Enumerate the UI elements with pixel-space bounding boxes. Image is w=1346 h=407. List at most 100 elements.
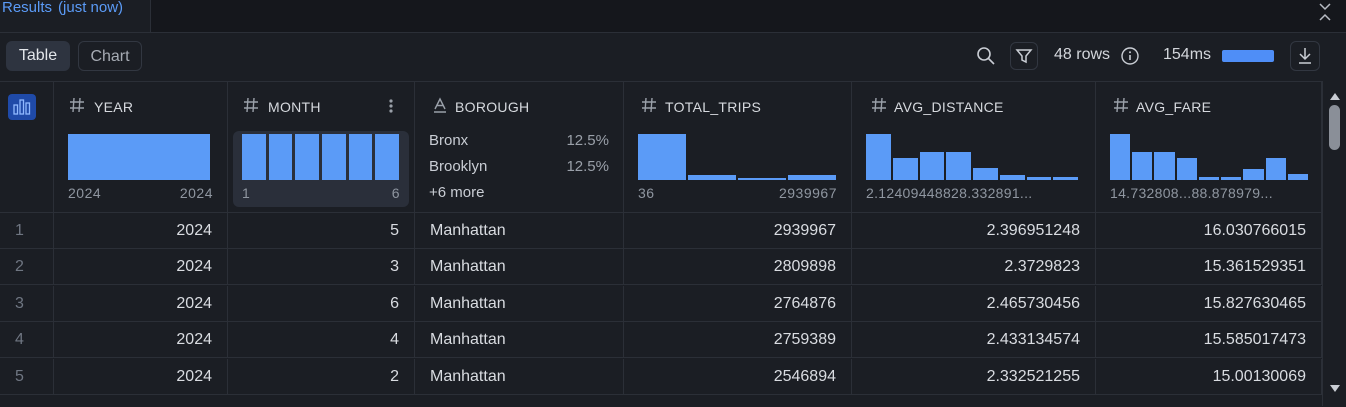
download-icon[interactable] — [1290, 41, 1320, 71]
avg-fare-cell[interactable]: 15.361529351 — [1096, 249, 1322, 286]
row-index-cell[interactable]: 4 — [0, 322, 54, 359]
histogram-bar — [788, 175, 836, 180]
table-row[interactable]: 3 2024 6 Manhattan 2764876 2.465730456 15.8276… — [0, 285, 1322, 322]
avg-distance-cell[interactable]: 2.396951248 — [852, 213, 1096, 249]
category-pct: 12.5% — [566, 158, 609, 175]
year-cell[interactable]: 2024 — [54, 322, 228, 359]
vertical-scrollbar[interactable] — [1322, 81, 1346, 406]
row-index-cell[interactable]: 3 — [0, 285, 54, 322]
range-min: 2024 — [68, 185, 102, 201]
range-text: 2.12409448828.332891... — [866, 185, 1033, 201]
range-min: 36 — [638, 185, 655, 201]
category-pct: 12.5% — [566, 132, 609, 149]
column-name: TOTAL_TRIPS — [665, 99, 762, 115]
more-options-icon[interactable] — [386, 97, 396, 115]
row-index-cell[interactable]: 1 — [0, 213, 54, 249]
month-cell[interactable]: 2 — [228, 358, 415, 395]
column-header-avg-fare[interactable]: AVG_FARE 14.732808...88.878979... — [1096, 82, 1322, 213]
total-trips-cell[interactable]: 2764876 — [624, 285, 852, 322]
range-text: 14.732808...88.878979... — [1110, 185, 1273, 201]
histogram-bar — [348, 134, 373, 180]
histogram-bar — [866, 134, 891, 180]
borough-cell[interactable]: Manhattan — [415, 213, 624, 249]
column-header-month[interactable]: MONTH 1 6 — [228, 82, 415, 213]
filter-icon[interactable] — [1010, 42, 1038, 70]
year-cell[interactable]: 2024 — [54, 285, 228, 322]
column-name: MONTH — [268, 99, 321, 115]
table-view-button[interactable]: Table — [6, 41, 70, 71]
avg-distance-cell[interactable]: 2.433134574 — [852, 322, 1096, 359]
avg-fare-cell[interactable]: 15.827630465 — [1096, 285, 1322, 322]
hash-icon — [1112, 96, 1130, 114]
histogram-bar — [1265, 158, 1286, 180]
search-icon[interactable] — [975, 45, 997, 67]
avg-distance-cell[interactable]: 2.465730456 — [852, 285, 1096, 322]
info-icon[interactable] — [1120, 46, 1140, 66]
month-cell[interactable]: 5 — [228, 213, 415, 249]
column-header-total-trips[interactable]: TOTAL_TRIPS 36 2939967 — [624, 82, 852, 213]
month-histogram — [242, 134, 399, 180]
year-cell[interactable]: 2024 — [54, 213, 228, 249]
histogram-bar — [946, 152, 971, 180]
total-trips-cell[interactable]: 2546894 — [624, 358, 852, 395]
results-toolbar: Table Chart 48 rows 154ms — [0, 33, 1346, 79]
avg-fare-cell[interactable]: 15.585017473 — [1096, 322, 1322, 359]
table-row[interactable]: 1 2024 5 Manhattan 2939967 2.396951248 16.0307… — [0, 213, 1322, 249]
scroll-down-icon[interactable] — [1329, 381, 1341, 392]
borough-cell[interactable]: Manhattan — [415, 249, 624, 286]
avg-distance-cell[interactable]: 2.3729823 — [852, 249, 1096, 286]
column-header-avg-distance[interactable]: AVG_DISTANCE 2.12409448828.332891... — [852, 82, 1096, 213]
results-grid: YEAR 2024 2024 MONTH 1 6 BOROUGH Bronx 1… — [0, 81, 1322, 407]
category-row: Brooklyn 12.5% — [429, 158, 609, 175]
month-cell[interactable]: 3 — [228, 249, 415, 286]
total-trips-cell[interactable]: 2809898 — [624, 249, 852, 286]
scroll-up-icon[interactable] — [1329, 88, 1341, 100]
table-row[interactable]: 2 2024 3 Manhattan 2809898 2.3729823 15.361529… — [0, 249, 1322, 286]
chart-view-button[interactable]: Chart — [78, 41, 142, 71]
borough-cell[interactable]: Manhattan — [415, 285, 624, 322]
histogram-bar — [973, 167, 998, 180]
year-cell[interactable]: 2024 — [54, 358, 228, 395]
column-name: AVG_DISTANCE — [894, 99, 1004, 115]
total-trips-cell[interactable]: 2939967 — [624, 213, 852, 249]
range-max: 6 — [391, 185, 400, 201]
avg-fare-cell[interactable]: 16.030766015 — [1096, 213, 1322, 249]
histogram-bar — [295, 134, 319, 180]
range-min: 1 — [242, 185, 251, 201]
row-count: 48 rows — [1054, 46, 1111, 63]
hash-icon — [870, 96, 888, 114]
avg-fare-cell[interactable]: 15.00130069 — [1096, 358, 1322, 395]
table-row[interactable]: 4 2024 4 Manhattan 2759389 2.433134574 15.5850… — [0, 322, 1322, 359]
borough-cell[interactable]: Manhattan — [415, 322, 624, 359]
month-cell[interactable]: 4 — [228, 322, 415, 359]
year-histogram — [68, 134, 210, 180]
histogram-bar — [1221, 176, 1242, 180]
avg-distance-cell[interactable]: 2.332521255 — [852, 358, 1096, 395]
hash-icon — [640, 96, 658, 114]
month-cell[interactable]: 6 — [228, 285, 415, 322]
total-trips-histogram — [638, 134, 836, 180]
borough-cell[interactable]: Manhattan — [415, 358, 624, 395]
histogram-bar — [1243, 169, 1264, 180]
scrollbar-thumb[interactable] — [1329, 105, 1340, 150]
row-index-cell[interactable]: 2 — [0, 249, 54, 286]
histogram-bar — [892, 158, 918, 180]
histogram-bar — [919, 152, 945, 180]
column-chart-toggle-icon[interactable] — [8, 94, 36, 120]
row-index-cell[interactable]: 5 — [0, 358, 54, 395]
column-header-borough[interactable]: BOROUGH Bronx 12.5% Brooklyn 12.5% +6 mo… — [415, 82, 624, 213]
range-max: 2939967 — [778, 185, 837, 201]
hash-icon — [242, 96, 260, 114]
category-label: Brooklyn — [429, 158, 488, 175]
total-trips-cell[interactable]: 2759389 — [624, 322, 852, 359]
tab-title-text: Results — [2, 0, 53, 16]
column-name: AVG_FARE — [1136, 99, 1212, 115]
table-row[interactable]: 5 2024 2 Manhattan 2546894 2.332521255 15.0013… — [0, 358, 1322, 395]
histogram-bar — [375, 134, 399, 180]
more-categories-link[interactable]: +6 more — [429, 184, 609, 201]
collapse-icon[interactable] — [1316, 2, 1334, 21]
query-time-bar — [1222, 50, 1274, 62]
column-header-year[interactable]: YEAR 2024 2024 — [54, 82, 228, 213]
year-cell[interactable]: 2024 — [54, 249, 228, 286]
results-tab[interactable]: Results (just now) — [0, 0, 151, 32]
